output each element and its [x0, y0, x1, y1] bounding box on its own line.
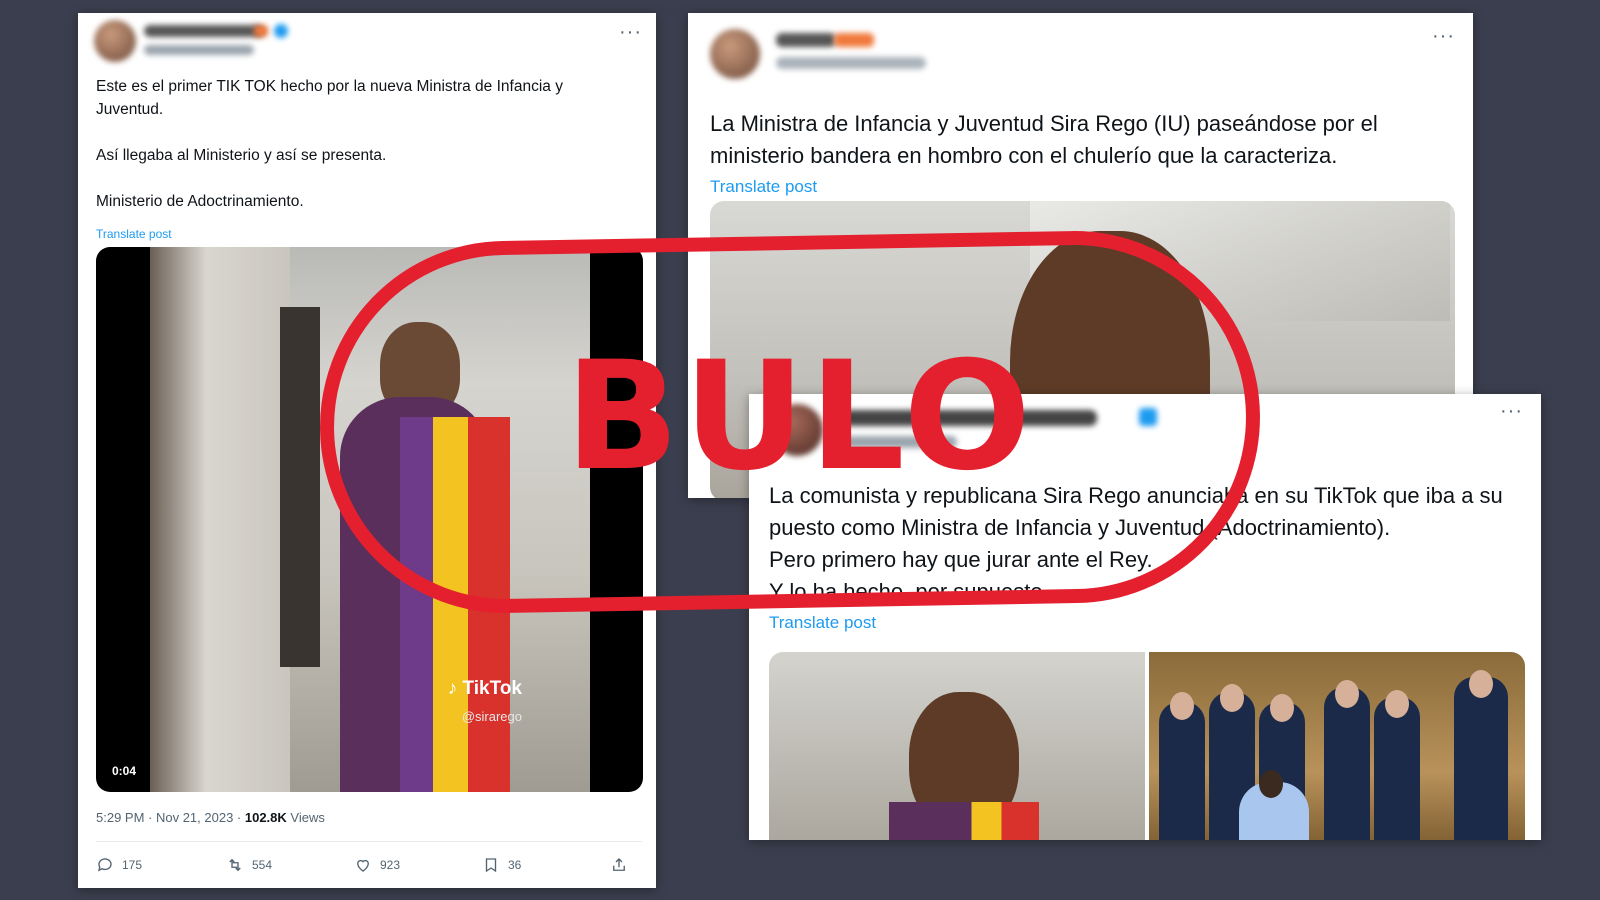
- author-handle-blurred: [776, 57, 926, 69]
- views-label: Views: [286, 810, 325, 825]
- like-button[interactable]: 923: [354, 856, 400, 874]
- translate-post-link[interactable]: Translate post: [710, 177, 817, 197]
- translate-post-link[interactable]: Translate post: [769, 613, 876, 633]
- verified-badge-icon: [274, 24, 288, 38]
- author-handle-blurred: [144, 45, 254, 55]
- tweet-text: La Ministra de Infancia y Juventud Sira …: [710, 111, 1378, 168]
- tiktok-handle: @sirarego: [461, 709, 522, 724]
- reply-count: 175: [122, 858, 143, 872]
- divider: [96, 841, 642, 842]
- video-duration: 0:04: [112, 764, 137, 778]
- media-image-1[interactable]: [769, 652, 1145, 840]
- share-button[interactable]: [610, 856, 628, 874]
- more-options-button[interactable]: ···: [1432, 25, 1455, 48]
- tiktok-watermark: ♪ TikTok: [447, 678, 522, 699]
- avatar[interactable]: [710, 29, 760, 79]
- timestamp[interactable]: 5:29 PM · Nov 21, 2023 ·: [96, 810, 245, 825]
- translate-post-link[interactable]: Translate post: [96, 227, 172, 241]
- share-icon: [613, 858, 625, 871]
- more-options-button[interactable]: ···: [619, 21, 642, 44]
- media-image-2[interactable]: [1149, 652, 1525, 840]
- reply-icon: [97, 858, 112, 872]
- bookmark-button[interactable]: 36: [482, 856, 521, 874]
- tweet-metadata: 5:29 PM · Nov 21, 2023 · 102.8K Views: [96, 810, 325, 825]
- author-emoji-blurred: [834, 33, 874, 47]
- tweet-text: Este es el primer TIK TOK hecho por la n…: [96, 78, 563, 210]
- views-count: 102.8K: [244, 810, 287, 825]
- repost-count: 554: [252, 858, 273, 872]
- avatar[interactable]: [94, 20, 136, 62]
- heart-icon: [357, 859, 369, 872]
- tiktok-icon: ♪: [447, 678, 458, 699]
- reply-button[interactable]: 175: [96, 856, 142, 874]
- author-name-blurred[interactable]: [144, 25, 264, 37]
- bookmark-icon: [485, 858, 497, 873]
- repost-icon: [229, 858, 241, 872]
- like-count: 923: [380, 858, 401, 872]
- author-emoji-blurred: [254, 25, 268, 37]
- hoax-stamp-label: BULO: [565, 330, 1035, 504]
- author-name-blurred[interactable]: [776, 33, 836, 47]
- repost-button[interactable]: 554: [226, 856, 272, 874]
- bookmark-count: 36: [508, 858, 522, 872]
- more-options-button[interactable]: ···: [1500, 400, 1523, 423]
- action-bar: 175 554 923 36: [96, 856, 646, 876]
